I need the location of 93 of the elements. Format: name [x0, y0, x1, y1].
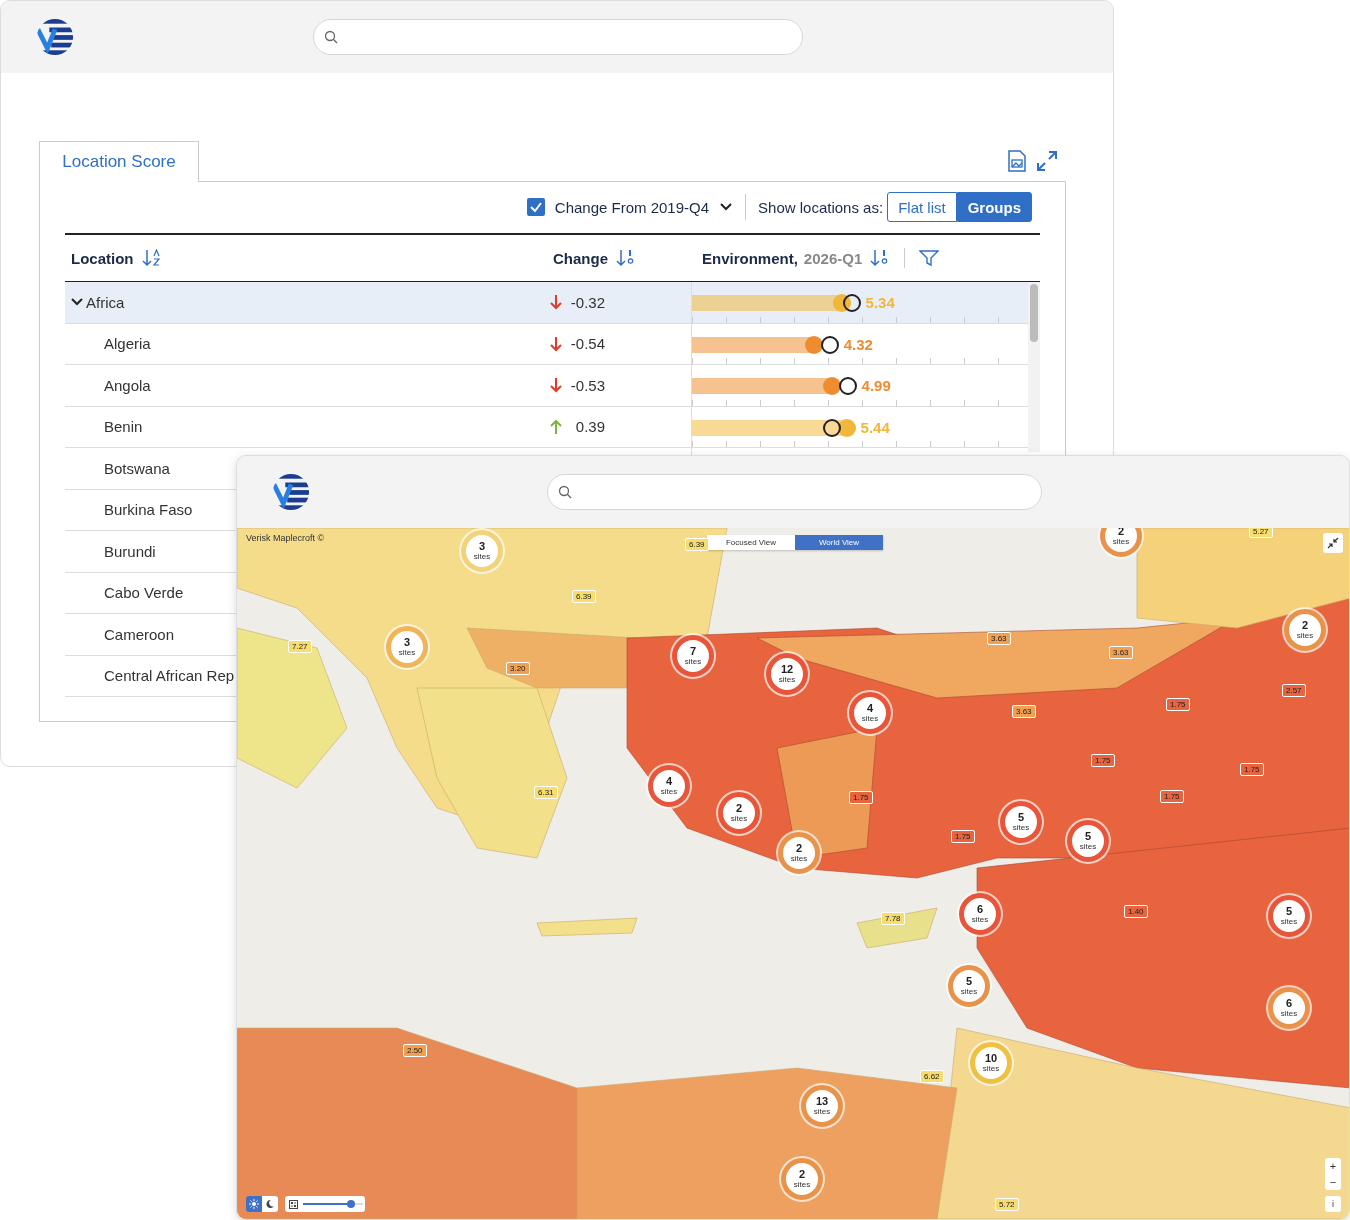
score-label: 3.63	[1109, 646, 1133, 659]
score-label: 5.72	[995, 1198, 1019, 1211]
sort-icon[interactable]	[141, 249, 162, 267]
site-cluster-marker[interactable]: 2 sites	[778, 832, 820, 874]
score-label: 3.63	[1012, 705, 1036, 718]
zoom-in-button[interactable]: +	[1325, 1158, 1341, 1174]
location-name: Algeria	[104, 335, 151, 353]
site-cluster-marker[interactable]: 12 sites	[766, 653, 808, 695]
moon-icon[interactable]	[262, 1196, 278, 1212]
site-cluster-marker[interactable]: 5 sites	[948, 965, 990, 1007]
sun-icon[interactable]	[246, 1196, 262, 1212]
opacity-icon	[289, 1199, 298, 1209]
site-cluster-marker[interactable]: 6 sites	[959, 893, 1001, 935]
search-field[interactable]	[313, 19, 803, 55]
score-label: 5.27	[1249, 528, 1273, 538]
show-as-label: Show locations as:	[758, 198, 884, 216]
site-cluster-marker[interactable]: 5 sites	[1000, 801, 1042, 843]
change-value: 0.39	[574, 418, 605, 436]
score-label: 2.50	[403, 1044, 427, 1057]
site-cluster-marker[interactable]: 7 sites	[672, 635, 714, 677]
score-label: 6.39	[685, 538, 709, 551]
location-name: Cabo Verde	[104, 584, 184, 602]
change-from-label: Change From 2019-Q4	[554, 198, 710, 216]
filter-icon[interactable]	[919, 249, 940, 267]
change-value: -0.54	[569, 335, 605, 353]
score-label: 6.62	[920, 1070, 944, 1083]
site-cluster-marker[interactable]: 13 sites	[801, 1085, 843, 1127]
score-label: 1.40	[1124, 905, 1148, 918]
zoom-out-button[interactable]: −	[1325, 1174, 1341, 1190]
opacity-slider[interactable]	[303, 1200, 363, 1208]
score-label: 7.78	[881, 912, 905, 925]
score-label: 2.57	[1282, 684, 1306, 697]
sort-icon[interactable]	[616, 249, 636, 267]
chevron-down-icon[interactable]	[719, 202, 734, 212]
search-icon	[324, 30, 338, 44]
location-name: Burundi	[104, 542, 156, 560]
score-label: 1.75	[849, 791, 873, 804]
expand-icon[interactable]	[1036, 150, 1058, 172]
column-period: 2026-Q1	[803, 249, 863, 267]
site-cluster-marker[interactable]: 5 sites	[1067, 820, 1109, 862]
view-toggle-button[interactable]: Focused View	[707, 535, 795, 550]
score-value: 4.32	[843, 335, 873, 353]
logo-icon	[36, 18, 74, 56]
collapse-icon[interactable]	[1323, 533, 1343, 553]
location-name: Burkina Faso	[104, 501, 193, 519]
change-value: -0.53	[569, 376, 605, 394]
score-label: 7.27	[288, 640, 312, 653]
score-value: 4.99	[861, 377, 891, 394]
score-label: 1.75	[1166, 698, 1190, 711]
checkbox[interactable]	[526, 198, 545, 216]
column-header[interactable]: Environment,	[702, 249, 798, 267]
search-icon	[558, 485, 572, 499]
site-cluster-marker[interactable]: 3 sites	[461, 530, 503, 572]
score-label: 1.75	[951, 830, 975, 843]
score-value: 5.44	[860, 418, 890, 436]
logo-icon	[272, 473, 310, 511]
location-name: Botswana	[104, 459, 170, 477]
site-cluster-marker[interactable]: 2 sites	[1100, 528, 1142, 557]
score-value: 5.34	[865, 294, 895, 311]
site-cluster-marker[interactable]: 4 sites	[648, 765, 690, 807]
column-header[interactable]: Location	[71, 249, 134, 267]
site-cluster-marker[interactable]: 10 sites	[970, 1042, 1012, 1084]
location-name: Angola	[104, 376, 151, 394]
score-label: 3.63	[987, 632, 1011, 645]
score-label: 3.20	[506, 662, 530, 675]
site-cluster-marker[interactable]: 2 sites	[781, 1158, 823, 1200]
chevron-down-icon[interactable]	[71, 297, 83, 308]
location-name: Cameroon	[104, 625, 175, 643]
view-option-button[interactable]: Groups	[956, 192, 1032, 222]
location-name: Benin	[104, 418, 143, 436]
scrollbar[interactable]	[1028, 282, 1040, 452]
score-label: 1.75	[1160, 790, 1184, 803]
view-option-button[interactable]: Flat list	[887, 192, 957, 222]
search-field[interactable]	[547, 474, 1042, 510]
change-value: -0.32	[569, 293, 605, 311]
site-cluster-marker[interactable]: 4 sites	[849, 692, 891, 734]
site-cluster-marker[interactable]: 6 sites	[1268, 987, 1310, 1029]
location-name: Central African Rep	[104, 667, 235, 685]
score-label: 1.75	[1091, 754, 1115, 767]
site-cluster-marker[interactable]: 5 sites	[1268, 895, 1310, 937]
site-cluster-marker[interactable]: 3 sites	[386, 626, 428, 668]
site-cluster-marker[interactable]: 2 sites	[718, 792, 760, 834]
site-cluster-marker[interactable]: 2 sites	[1284, 609, 1326, 651]
score-label: 6.39	[572, 590, 596, 603]
tab[interactable]: Location Score	[39, 141, 199, 182]
view-toggle-button[interactable]: World View	[795, 535, 883, 550]
attribution-text: Verisk Maplecroft ©	[246, 533, 325, 543]
location-name: Africa	[86, 293, 125, 311]
score-label: 1.75	[1240, 763, 1264, 776]
image-file-icon[interactable]	[1007, 150, 1027, 172]
info-button[interactable]: i	[1325, 1196, 1341, 1212]
column-header[interactable]: Change	[553, 249, 608, 267]
score-label: 6.31	[534, 786, 558, 799]
